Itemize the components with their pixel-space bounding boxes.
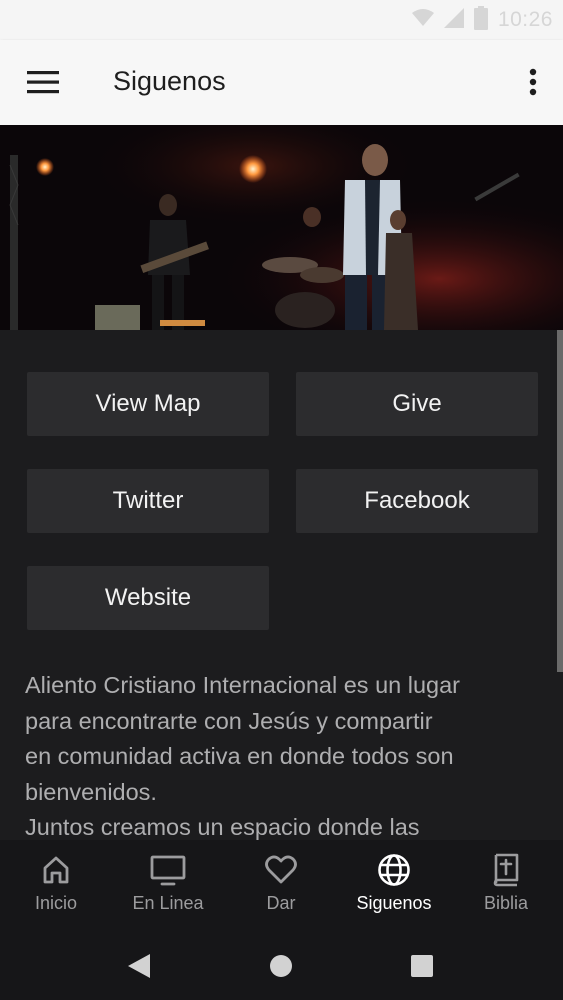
tab-label: Siguenos — [356, 893, 432, 913]
back-icon[interactable] — [119, 946, 159, 986]
status-icons: 10:26 — [411, 5, 553, 35]
hamburger-menu-icon[interactable] — [20, 62, 66, 102]
tab-en-linea[interactable]: En Linea — [112, 840, 224, 932]
home-icon — [37, 851, 75, 889]
view-map-button[interactable]: View Map — [27, 372, 269, 436]
description-line: Aliento Cristiano Internacional es un lu… — [25, 672, 461, 698]
description-line: Juntos creamos un espacio donde las — [25, 814, 420, 840]
description-line: en comunidad activa en donde todos son — [25, 743, 454, 770]
website-button[interactable]: Website — [27, 566, 269, 630]
hero-image — [0, 125, 563, 330]
tab-dar[interactable]: Dar — [225, 840, 337, 932]
tab-label: Inicio — [34, 893, 78, 913]
system-nav-bar — [0, 932, 563, 1000]
facebook-button[interactable]: Facebook — [296, 469, 538, 533]
home-circle-icon[interactable] — [261, 946, 301, 986]
tv-icon — [149, 851, 187, 889]
tab-label: En Linea — [132, 893, 204, 913]
description-text: Aliento Cristiano Internacional es un lu… — [25, 668, 530, 840]
twitter-button[interactable]: Twitter — [27, 469, 269, 533]
scrollbar[interactable] — [557, 330, 563, 672]
bible-icon — [487, 851, 525, 889]
tab-label: Biblia — [483, 893, 529, 913]
tab-inicio[interactable]: Inicio — [0, 840, 112, 932]
bottom-nav: Inicio En Linea Dar Siguenos Biblia — [0, 840, 563, 932]
battery-icon — [473, 5, 488, 35]
page-title: Siguenos — [113, 66, 226, 96]
tab-siguenos[interactable]: Siguenos — [338, 840, 450, 932]
description-line: para encontrarte con Jesús y compartir — [25, 707, 433, 734]
description-line: bienvenidos. — [25, 778, 157, 805]
status-bar: 10:26 — [0, 0, 563, 40]
signal-icon — [443, 7, 464, 33]
globe-icon — [375, 851, 413, 889]
give-button[interactable]: Give — [296, 372, 538, 436]
status-time: 10:26 — [497, 8, 553, 31]
wifi-icon — [411, 8, 434, 32]
tab-label: Dar — [266, 893, 296, 913]
heart-icon — [262, 851, 300, 889]
more-vertical-icon[interactable] — [521, 62, 545, 102]
content-area: View Map Give Twitter Facebook Website A… — [0, 330, 563, 840]
tab-biblia[interactable]: Biblia — [450, 840, 562, 932]
recents-icon[interactable] — [402, 946, 442, 986]
app-bar: Siguenos — [0, 40, 563, 125]
